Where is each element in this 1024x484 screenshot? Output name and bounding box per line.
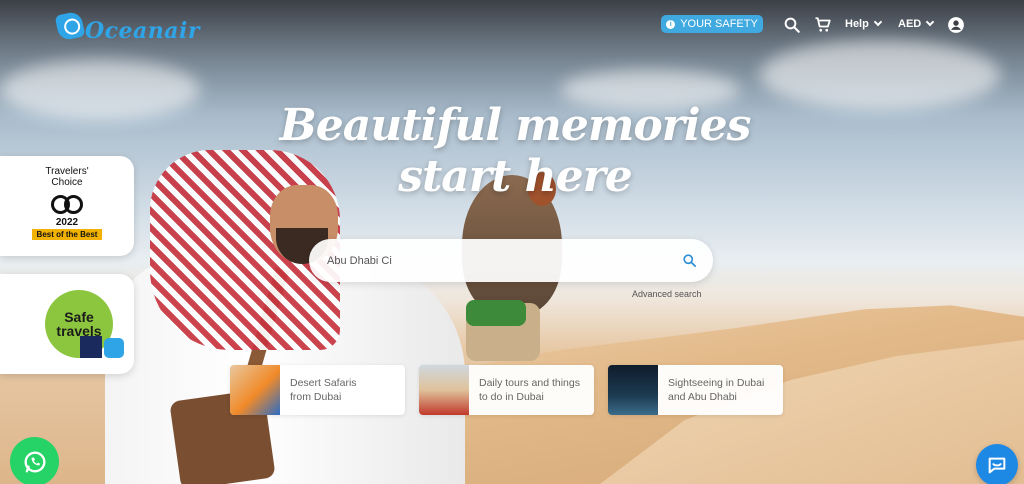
account-icon[interactable] <box>947 16 965 34</box>
chat-bubble-icon <box>988 457 1006 474</box>
whatsapp-button[interactable] <box>10 437 59 484</box>
travelers-choice-line2: Choice <box>51 177 83 188</box>
badge-year: 2022 <box>55 217 79 228</box>
category-label: Daily tours and things to do in Dubai <box>469 376 580 404</box>
glove-cuff <box>466 300 526 326</box>
hero-headline: Beautiful memories start here <box>279 100 752 202</box>
safe-travels-seal: Safe travels <box>45 290 113 358</box>
tripadvisor-owl-icon <box>50 191 84 215</box>
live-chat-button[interactable] <box>976 444 1018 484</box>
chevron-down-icon <box>873 17 883 27</box>
search-box <box>309 239 713 282</box>
category-title-line2: and Abu Dhabi <box>668 391 737 403</box>
hero-banner: Oceanair i YOUR SAFETY Help AED Beautifu… <box>0 0 1024 484</box>
category-thumbnail <box>230 365 280 415</box>
wttc-logo-icon <box>80 336 102 358</box>
category-thumbnail <box>608 365 658 415</box>
brand-logo[interactable]: Oceanair <box>54 8 201 44</box>
search-icon[interactable] <box>682 253 697 268</box>
logo-icon <box>54 10 86 42</box>
category-card-daily-tours[interactable]: Daily tours and things to do in Dubai <box>419 365 594 415</box>
cart-icon[interactable] <box>814 16 832 34</box>
category-label: Sightseeing in Dubai and Abu Dhabi <box>658 376 764 404</box>
whatsapp-icon <box>24 451 45 472</box>
category-title-line1: Sightseeing in Dubai <box>668 377 765 389</box>
travelers-choice-badge[interactable]: Travelers' Choice 2022 Best of the Best <box>0 156 134 256</box>
currency-selector[interactable]: AED <box>898 17 935 30</box>
brand-name: Oceanair <box>85 18 201 44</box>
search-input[interactable] <box>327 254 682 267</box>
your-safety-button[interactable]: i YOUR SAFETY <box>661 15 763 33</box>
category-card-sightseeing[interactable]: Sightseeing in Dubai and Abu Dhabi <box>608 365 783 415</box>
search-icon[interactable] <box>783 16 801 34</box>
advanced-search-link[interactable]: Advanced search <box>632 289 702 299</box>
cloud <box>0 60 200 120</box>
info-icon: i <box>666 19 676 29</box>
currency-label: AED <box>898 18 922 30</box>
travelers-choice-line1: Travelers' <box>45 166 89 177</box>
top-nav: Oceanair i YOUR SAFETY Help AED <box>0 0 1024 52</box>
category-title-line2: to do in Dubai <box>479 391 544 403</box>
category-title-line2: from Dubai <box>290 391 342 403</box>
safe-travels-badge[interactable]: Safe travels <box>0 274 134 374</box>
oceanair-mini-logo-icon <box>104 338 124 358</box>
help-label: Help <box>845 18 869 30</box>
your-safety-label: YOUR SAFETY <box>680 18 758 30</box>
best-of-best-label: Best of the Best <box>31 229 103 240</box>
help-menu[interactable]: Help <box>845 17 883 30</box>
category-thumbnail <box>419 365 469 415</box>
category-title-line1: Desert Safaris <box>290 377 357 389</box>
category-title-line1: Daily tours and things <box>479 377 580 389</box>
chevron-down-icon <box>925 17 935 27</box>
safe-travels-line1: Safe <box>64 309 94 325</box>
category-card-desert-safaris[interactable]: Desert Safaris from Dubai <box>230 365 405 415</box>
category-label: Desert Safaris from Dubai <box>280 376 357 404</box>
